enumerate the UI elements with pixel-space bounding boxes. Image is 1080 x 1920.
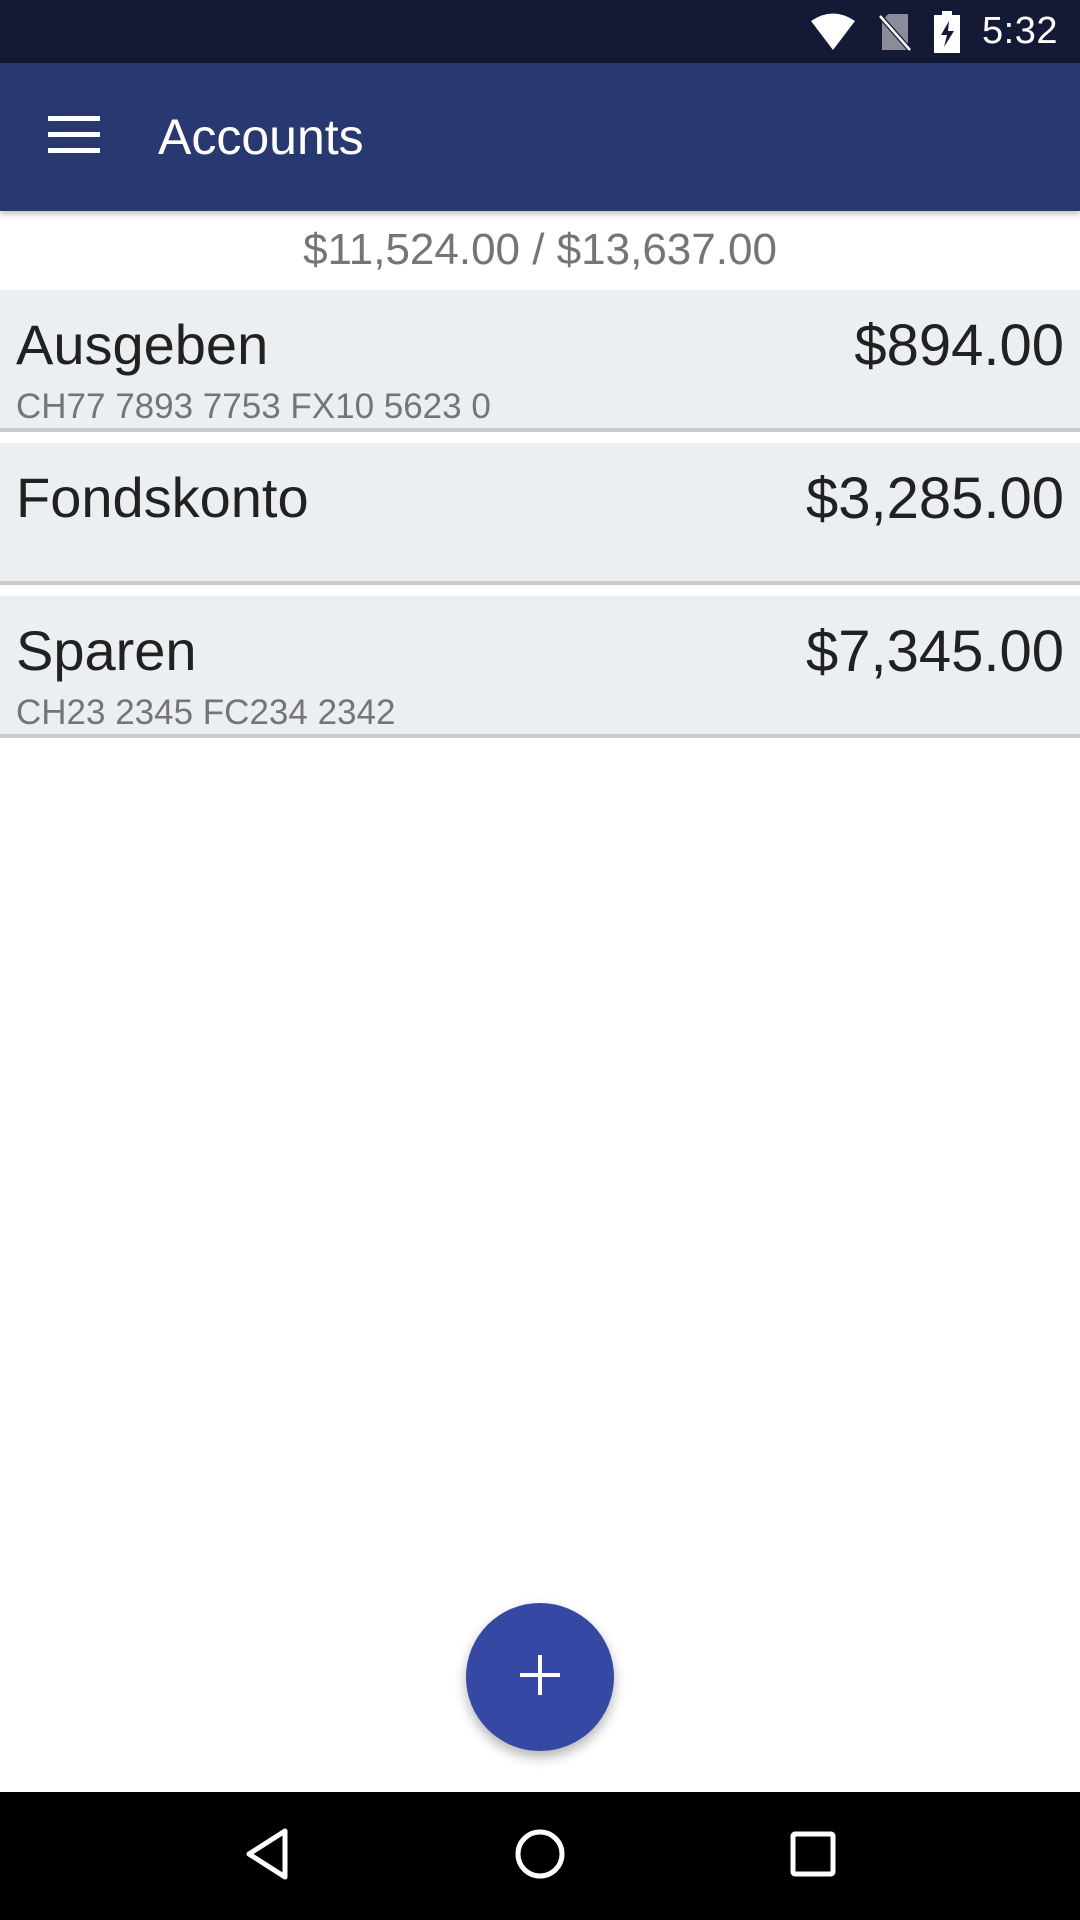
account-balance: $3,285.00: [805, 466, 1064, 531]
status-bar: 5:32: [0, 0, 1080, 63]
page-title: Accounts: [158, 109, 364, 165]
menu-icon: [48, 115, 100, 159]
no-sim-icon: [878, 12, 912, 52]
account-iban: CH23 2345 FC234 2342: [16, 693, 396, 732]
recents-icon: [790, 1831, 836, 1882]
balance-summary: $11,524.00 / $13,637.00: [303, 225, 777, 274]
add-account-button[interactable]: [466, 1603, 614, 1751]
wifi-icon: [810, 12, 856, 52]
account-row-ausgeben[interactable]: Ausgeben $894.00 CH77 7893 7753 FX10 562…: [0, 290, 1080, 432]
account-balance: $7,345.00: [805, 619, 1064, 684]
account-name: Fondskonto: [16, 466, 309, 529]
account-name: Ausgeben: [16, 313, 269, 376]
back-button[interactable]: [227, 1816, 307, 1896]
account-row-fondskonto[interactable]: Fondskonto $3,285.00: [0, 443, 1080, 585]
recents-button[interactable]: [773, 1816, 853, 1896]
account-row-sparen[interactable]: Sparen $7,345.00 CH23 2345 FC234 2342: [0, 596, 1080, 738]
back-icon: [243, 1827, 291, 1886]
navigation-bar: [0, 1792, 1080, 1920]
status-time: 5:32: [982, 10, 1058, 52]
accounts-list: Ausgeben $894.00 CH77 7893 7753 FX10 562…: [0, 290, 1080, 749]
battery-charging-icon: [934, 10, 961, 53]
account-iban: CH77 7893 7753 FX10 5623 0: [16, 387, 491, 426]
add-icon: [518, 1653, 562, 1702]
account-balance: $894.00: [854, 313, 1064, 378]
menu-button[interactable]: [0, 63, 148, 211]
home-icon: [514, 1828, 566, 1885]
app-bar: Accounts: [0, 63, 1080, 211]
account-name: Sparen: [16, 619, 197, 682]
home-button[interactable]: [500, 1816, 580, 1896]
